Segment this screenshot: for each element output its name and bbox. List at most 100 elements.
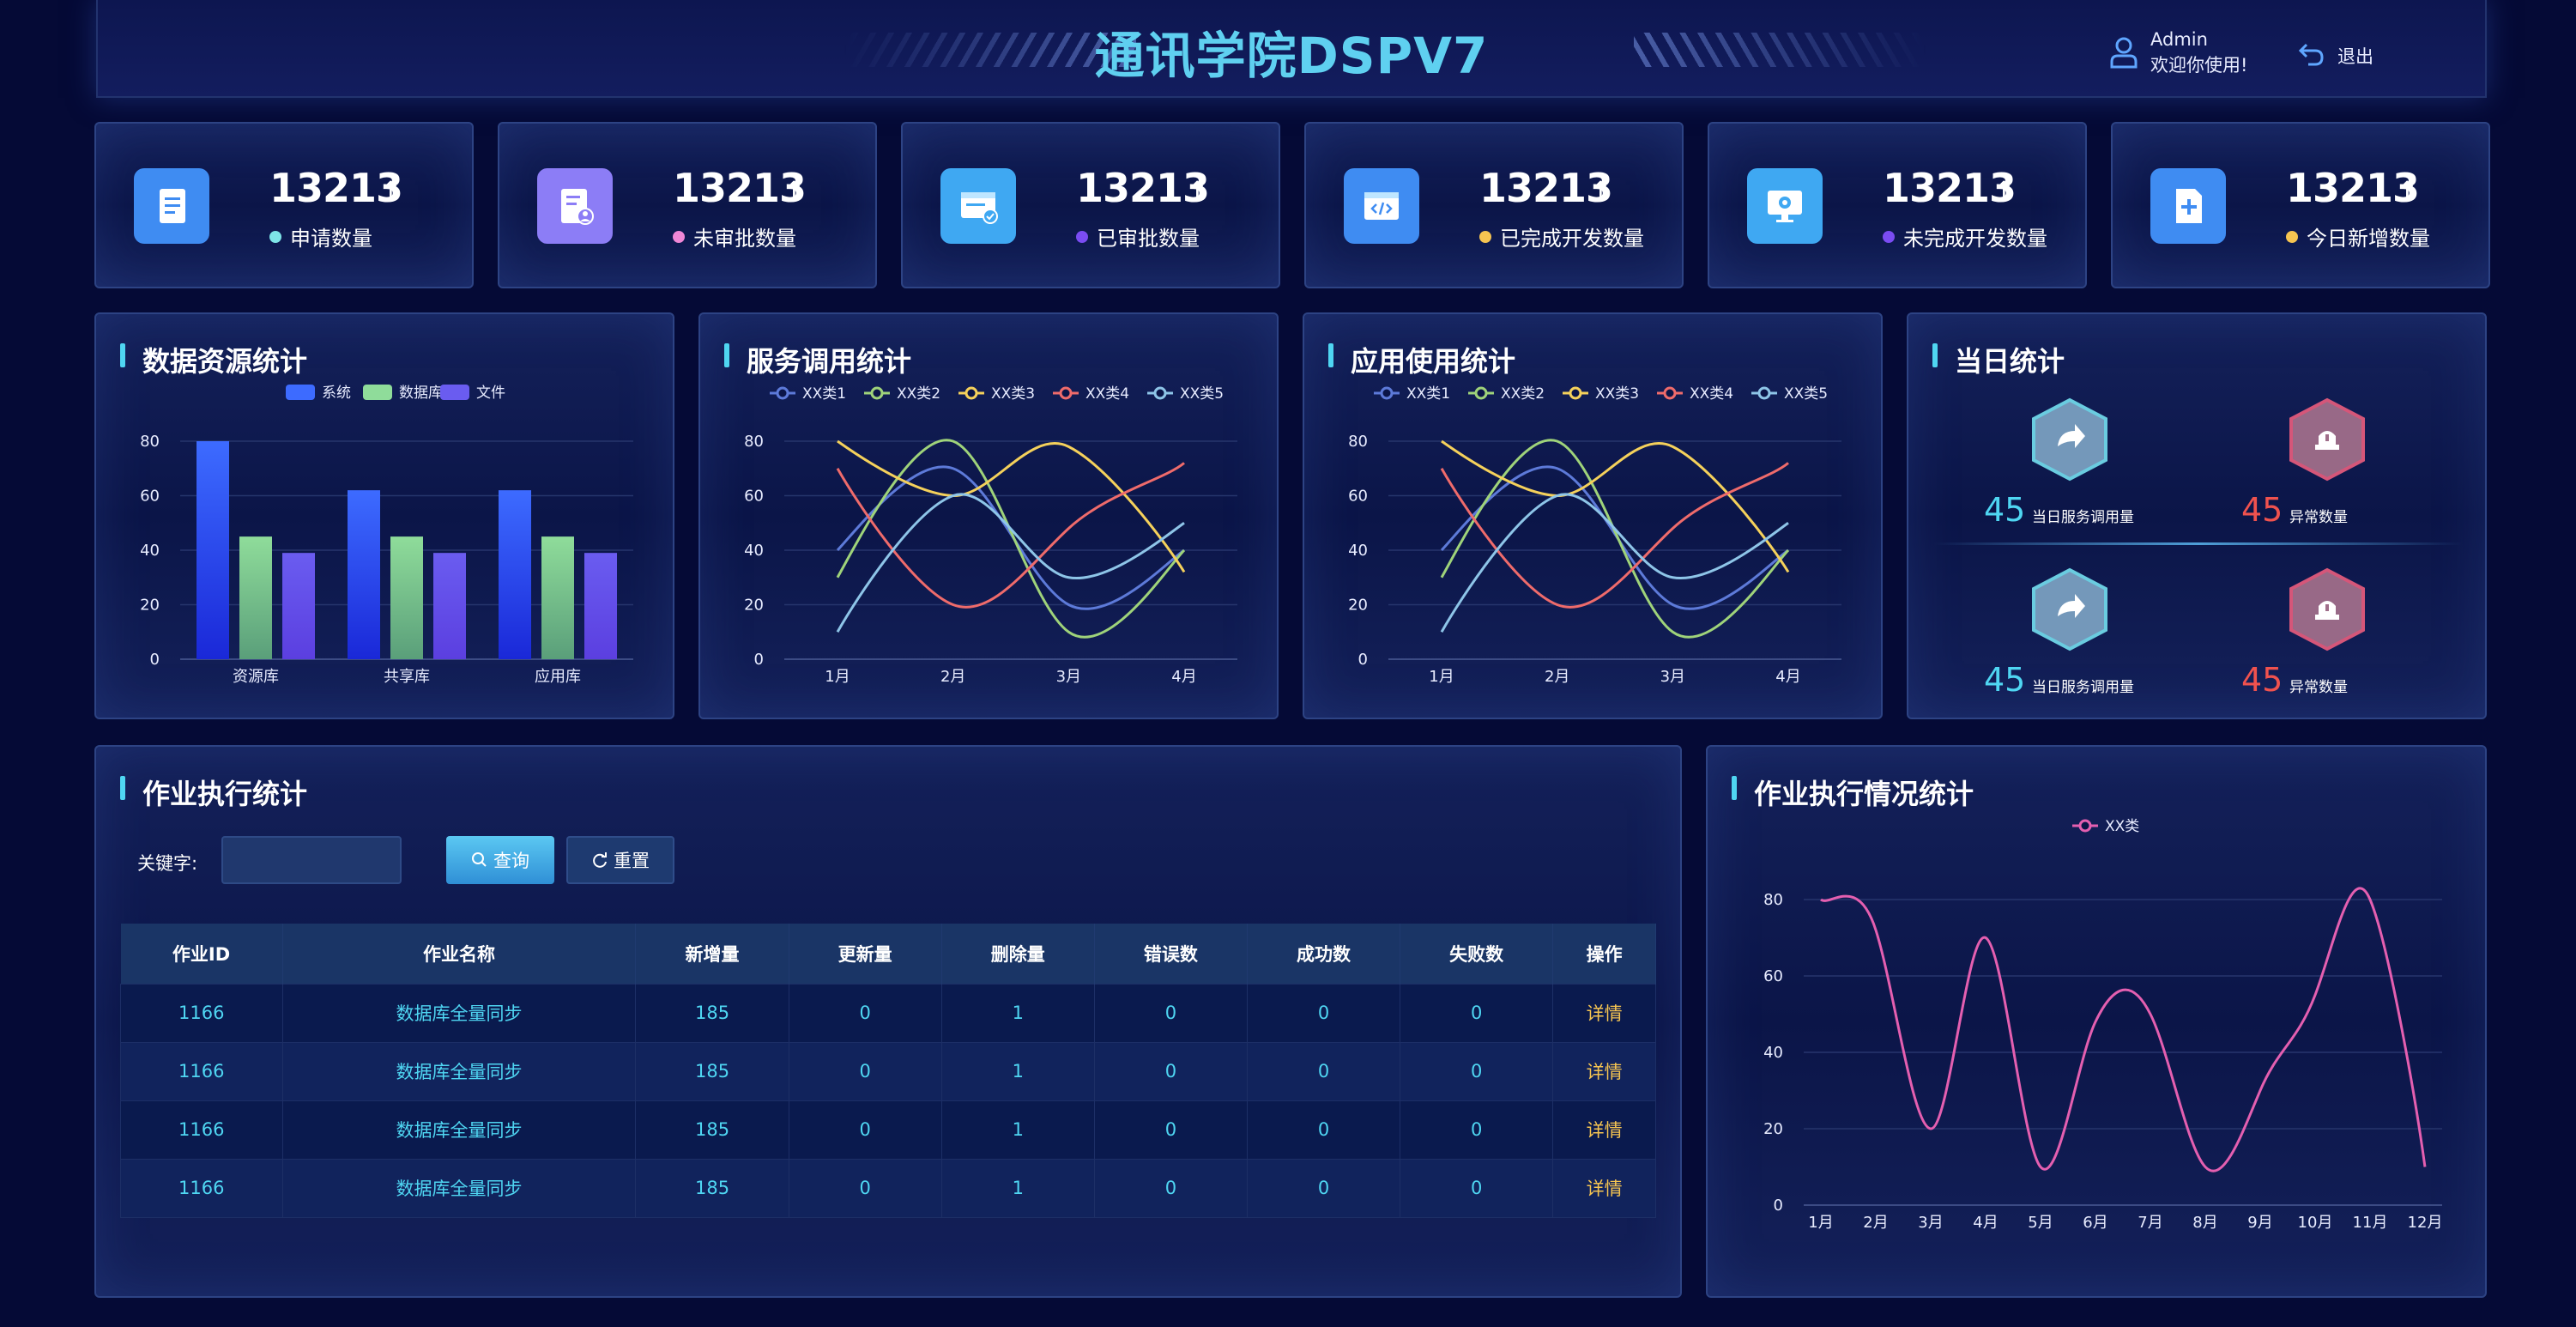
stat-label: 申请数量 [269,221,372,251]
y-tick-label: 20 [1348,597,1368,615]
section-title: 作业执行统计 [142,778,308,810]
detail-link[interactable]: 详情 [1552,983,1656,1043]
legend-item[interactable]: XX类3 [958,385,1035,403]
table-cell: 0 [1400,1158,1554,1218]
logout-icon[interactable] [2298,41,2325,67]
service-call-panel: 服务调用统计 0 20 40 60 80 XX类1 XX类2 XX类3 XX类4 XX类5 1月 2月… [698,312,1279,719]
legend-label: XX类3 [1595,385,1639,403]
app-usage-chart: 0 20 40 60 80 XX类1 XX类2 XX类3 XX类4 XX类5 1月 2月 3月 4月 [1348,385,1841,686]
legend-label: XX类2 [897,385,940,403]
legend-item[interactable]: XX类4 [1657,385,1733,403]
legend-marker [1059,386,1073,400]
column-header: 操作 [1552,924,1656,984]
detail-link[interactable]: 详情 [1552,1100,1656,1160]
table-cell: 0 [1400,1041,1554,1101]
legend-marker [964,386,978,400]
stat-card: 13213 ↑ 已完成开发数量 [1304,122,1684,288]
table-cell: 1166 [120,1041,283,1101]
daily-stat-label: 异常数量 [2289,509,2348,526]
add-file-icon [2150,168,2226,244]
table-cell: 1 [940,1100,1095,1160]
legend-item[interactable]: XX类2 [864,385,940,403]
legend-item[interactable]: XX类1 [770,385,846,403]
x-tick-label: 8月 [2192,1214,2217,1232]
legend-label: XX类4 [1690,385,1733,403]
table-cell: 1 [940,1158,1095,1218]
legend-label: 文件 [476,385,505,402]
table-body: 1166 数据库全量同步 185 0 1 0 0 0 详情 1166 数据库全量同步 185 0 1 0 0 0… [120,983,1656,1218]
legend-item[interactable]: XX类 [2072,818,2139,835]
table-cell: 0 [1093,1100,1248,1160]
table-cell: 185 [635,1100,789,1160]
y-tick-label: 40 [744,542,764,560]
table-cell: 0 [1246,983,1401,1043]
x-tick-label: 共享库 [384,668,430,686]
legend-marker [1474,386,1488,400]
user-name: Admin [2150,29,2208,50]
legend-item[interactable]: XX类2 [1468,385,1545,403]
logout-button[interactable]: 退出 [2337,43,2373,69]
reset-button[interactable]: 重置 [566,836,674,884]
stat-label: 已审批数量 [1076,221,1200,251]
user-icon [2110,37,2138,69]
daily-stat-value: 45 [2241,491,2283,529]
query-button[interactable]: 查询 [446,836,554,884]
legend-item[interactable]: XX类5 [1751,385,1828,403]
y-tick-label: 40 [1348,542,1368,560]
keyword-input[interactable] [221,836,402,884]
legend-item[interactable]: 文件 [440,385,505,402]
legend-item[interactable]: 数据库 [363,385,443,402]
x-tick-label: 11月 [2353,1214,2388,1232]
legend-marker [776,386,789,400]
table-cell: 0 [788,1100,942,1160]
x-tick-label: 1月 [1808,1214,1833,1232]
legend-item[interactable]: XX类4 [1053,385,1129,403]
legend-item[interactable]: XX类1 [1374,385,1450,403]
table-row: 1166 数据库全量同步 185 0 1 0 0 0 详情 [120,1158,1656,1218]
table-cell: 0 [788,1158,942,1218]
legend-marker [1663,386,1677,400]
bar [541,536,574,659]
detail-link[interactable]: 详情 [1552,1158,1656,1218]
column-header: 错误数 [1094,924,1248,984]
stat-card: 13213 ↑ 未审批数量 [498,122,877,288]
x-tick-label: 2月 [1545,668,1569,686]
table-cell: 0 [788,1041,942,1101]
table-cell: 0 [1400,983,1554,1043]
table-row: 1166 数据库全量同步 185 0 1 0 0 0 详情 [120,1100,1656,1160]
table-cell: 1 [940,1041,1095,1101]
bar [239,536,272,659]
reset-label: 重置 [614,851,650,871]
y-tick-label: 60 [1348,488,1368,506]
stat-card: 13213 ↑ 申请数量 [94,122,474,288]
daily-stat-value: 45 [1984,661,2026,699]
legend-item[interactable]: XX类3 [1563,385,1639,403]
monitor-settings-icon [1747,168,1823,244]
job-exec-status-panel: 作业执行情况统计 0 20 40 60 80 XX类 1月 2月 3月 4月 5月 6月 7月 8月 9月 1… [1706,745,2487,1298]
y-tick-label: 60 [140,488,160,506]
legend-item[interactable]: 系统 [286,385,351,402]
table-cell: 0 [1093,1041,1248,1101]
up-arrow-icon: ↑ [1589,175,1612,208]
x-tick-label: 3月 [1660,668,1685,686]
stat-label: 已完成开发数量 [1479,221,1644,251]
stat-label-text: 未完成开发数量 [1903,227,2047,251]
legend-swatch [440,385,469,400]
keyword-label: 关键字: [137,853,198,874]
table-cell: 数据库全量同步 [281,983,637,1043]
detail-link[interactable]: 详情 [1552,1041,1656,1101]
legend-item[interactable]: XX类5 [1147,385,1224,403]
table-cell: 0 [1246,1100,1401,1160]
stat-label-text: 申请数量 [290,227,372,251]
y-tick-label: 80 [1763,891,1783,909]
up-arrow-icon: ↑ [2396,175,2419,208]
job-exec-panel: 作业执行统计 关键字: 查询 重置 作业ID 作业名称 新增量 更新量 删除量 错误数 成功… [94,745,1682,1298]
alarm-icon [2286,567,2368,652]
status-dot [1076,230,1088,243]
status-dot [269,230,281,243]
table-cell: 1166 [120,1100,283,1160]
y-tick-label: 20 [744,597,764,615]
x-tick-label: 3月 [1918,1214,1943,1232]
x-tick-label: 4月 [1973,1214,1998,1232]
legend-label: XX类2 [1501,385,1545,403]
